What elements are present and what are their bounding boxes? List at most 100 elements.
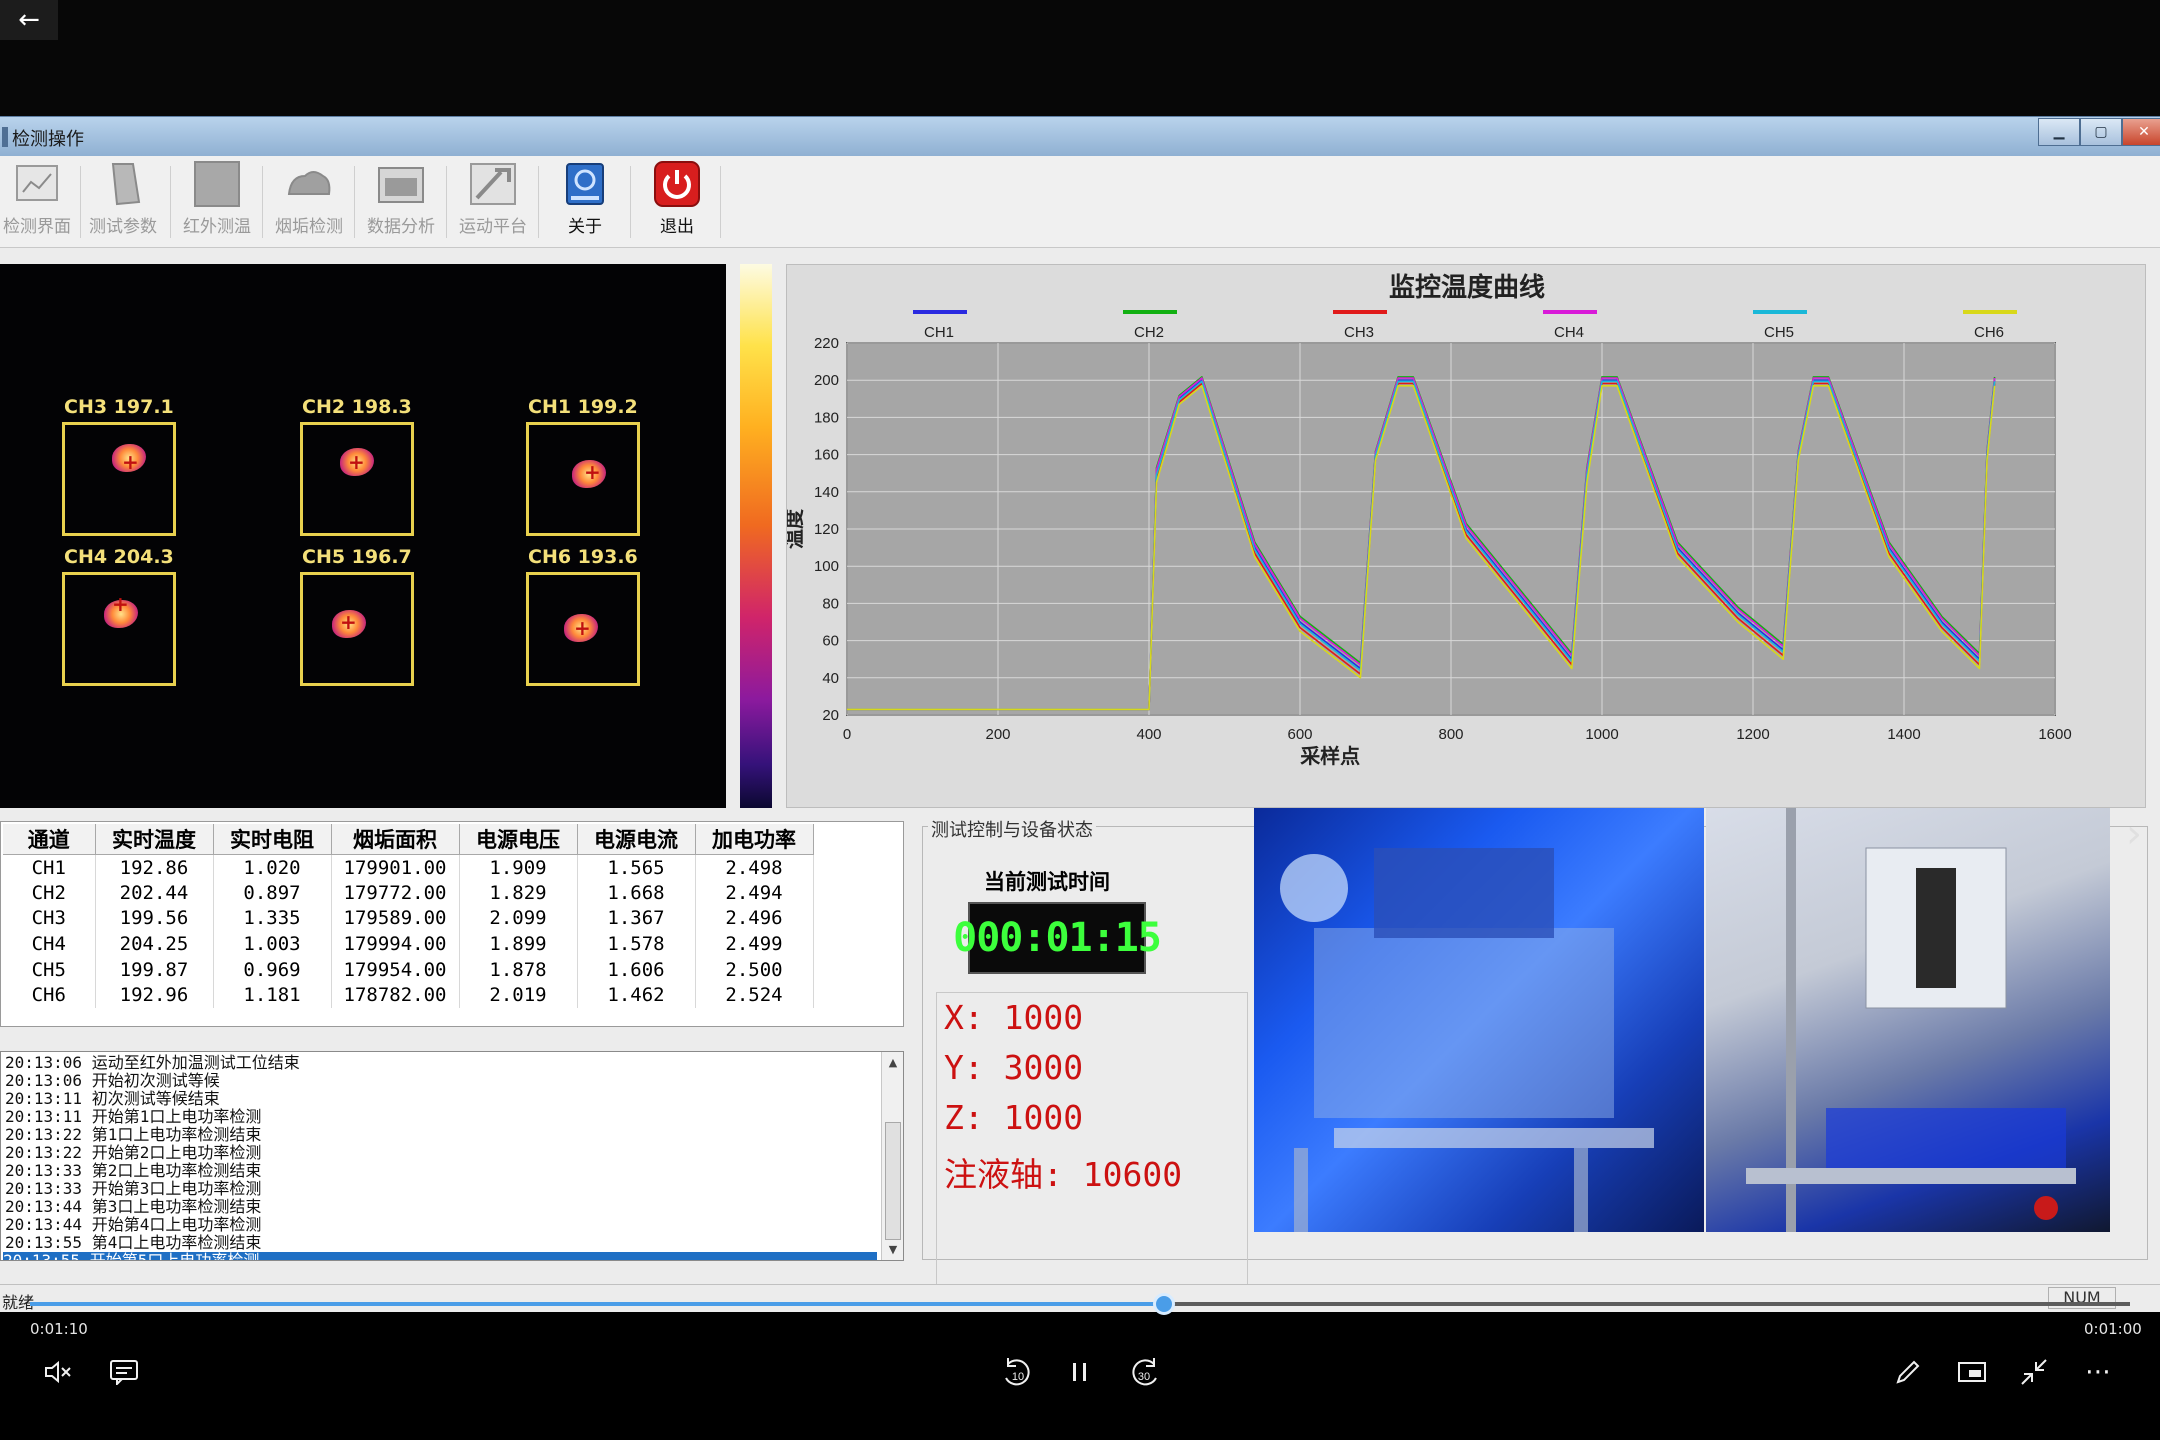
thermal-channel-label: CH3 197.1 xyxy=(64,396,174,418)
table-cell: 179589.00 xyxy=(331,905,460,932)
analysis-icon xyxy=(377,160,425,208)
table-cell: 2.496 xyxy=(695,905,814,932)
x-tick-label: 0 xyxy=(843,726,851,743)
remaining-time: 0:01:00 xyxy=(2084,1320,2142,1338)
scroll-up-icon[interactable]: ▲ xyxy=(882,1056,903,1069)
table-cell: 2.099 xyxy=(459,905,578,932)
table-row[interactable]: CH5 199.87 0.969 179954.00 1.878 1.606 2.500 xyxy=(3,956,814,983)
log-entry[interactable]: 20:13:33 第2口上电功率检测结束 xyxy=(5,1162,261,1180)
table-cell: CH3 xyxy=(3,905,96,932)
toolbar-motion-platform[interactable]: 运动平台 xyxy=(450,160,536,244)
table-header-cell[interactable]: 实时电阻 xyxy=(213,824,332,855)
log-entry[interactable]: 20:13:06 运动至红外加温测试工位结束 xyxy=(5,1054,300,1072)
captions-icon[interactable] xyxy=(100,1352,148,1392)
table-header-cell[interactable]: 加电功率 xyxy=(695,824,814,855)
table-header-cell[interactable]: 实时温度 xyxy=(95,824,214,855)
thermal-colorbar xyxy=(740,264,772,808)
log-entry[interactable]: 20:13:22 开始第2口上电功率检测 xyxy=(5,1144,261,1162)
app-window: 检测操作 ▁ ▢ ✕ 检测界面 测试参数 红外测温 烟垢检测 数据分析 运动平台… xyxy=(0,116,2160,1312)
close-button[interactable]: ✕ xyxy=(2122,118,2160,146)
table-cell: 1.578 xyxy=(577,931,696,957)
seek-progress xyxy=(30,1302,1164,1306)
miniplayer-icon[interactable] xyxy=(1948,1352,1996,1392)
toolbar-separator xyxy=(170,166,171,238)
table-cell: 192.96 xyxy=(95,982,214,1009)
table-cell: 204.25 xyxy=(95,931,214,957)
thermal-channel-label: CH2 198.3 xyxy=(302,396,412,418)
log-entry[interactable]: 20:13:44 开始第4口上电功率检测 xyxy=(5,1216,261,1234)
table-row[interactable]: CH1 192.86 1.020 179901.00 1.909 1.565 2.498 xyxy=(3,854,814,881)
log-entry[interactable]: 20:13:06 开始初次测试等候 xyxy=(5,1072,220,1090)
mute-icon[interactable] xyxy=(34,1352,82,1392)
table-header-cell[interactable]: 电源电流 xyxy=(577,824,696,855)
camera-view-1 xyxy=(1254,808,1704,1232)
log-entry[interactable]: 20:13:22 第1口上电功率检测结束 xyxy=(5,1126,261,1144)
pause-icon[interactable] xyxy=(1056,1352,1104,1392)
log-entry[interactable]: 20:13:44 第3口上电功率检测结束 xyxy=(5,1198,261,1216)
log-entry[interactable]: 20:13:33 开始第3口上电功率检测 xyxy=(5,1180,261,1198)
table-cell: CH2 xyxy=(3,880,96,906)
table-header-cell[interactable]: 通道 xyxy=(3,824,96,855)
table-cell: 1.335 xyxy=(213,905,332,932)
table-cell: 1.565 xyxy=(577,854,696,881)
scroll-down-icon[interactable]: ▼ xyxy=(882,1243,903,1256)
window-title: 检测操作 xyxy=(12,129,84,150)
y-tick-label: 180 xyxy=(814,409,839,426)
table-cell: 1.606 xyxy=(577,956,696,983)
crosshair-icon: + xyxy=(348,450,365,474)
x-tick-label: 1400 xyxy=(1887,726,1920,743)
table-cell: CH5 xyxy=(3,956,96,983)
log-entry[interactable]: 20:13:11 开始第1口上电功率检测 xyxy=(5,1108,261,1126)
y-tick-label: 40 xyxy=(822,670,839,687)
log-scrollbar[interactable]: ▲ ▼ xyxy=(881,1052,903,1260)
forward-icon[interactable]: 30 xyxy=(1120,1352,1168,1392)
minimize-button[interactable]: ▁ xyxy=(2038,118,2080,146)
title-bar: 检测操作 ▁ ▢ ✕ xyxy=(0,116,2160,156)
log-entry[interactable]: 20:13:55 第4口上电功率检测结束 xyxy=(5,1234,261,1252)
log-entry[interactable]: 20:13:11 初次测试等候结束 xyxy=(5,1090,220,1108)
y-tick-label: 100 xyxy=(814,558,839,575)
y-tick-label: 220 xyxy=(814,335,839,352)
seek-handle[interactable] xyxy=(1153,1293,1175,1315)
table-row[interactable]: CH6 192.96 1.181 178782.00 2.019 1.462 2.524 xyxy=(3,982,814,1009)
x-axis-label: 采样点 xyxy=(1300,744,1360,768)
back-arrow-icon[interactable]: ← xyxy=(0,0,58,40)
table-cell: 1.367 xyxy=(577,905,696,932)
toolbar-about[interactable]: 关于 xyxy=(542,160,628,244)
maximize-button[interactable]: ▢ xyxy=(2080,118,2122,146)
scroll-thumb[interactable] xyxy=(885,1122,901,1240)
y-tick-label: 160 xyxy=(814,447,839,464)
toolbar-data-analysis[interactable]: 数据分析 xyxy=(358,160,444,244)
table-header-cell[interactable]: 烟垢面积 xyxy=(331,824,460,855)
about-book-icon xyxy=(561,160,609,208)
rewind-icon[interactable]: 10 xyxy=(994,1352,1042,1392)
table-header-cell[interactable]: 电源电压 xyxy=(459,824,578,855)
toolbar-infrared-temp[interactable]: 红外测温 xyxy=(174,160,260,244)
table-row[interactable]: CH4 204.25 1.003 179994.00 1.899 1.578 2.499 xyxy=(3,931,814,957)
table-cell: 0.969 xyxy=(213,956,332,983)
legend-label: CH6 xyxy=(1974,324,2004,341)
toolbar-test-params[interactable]: 测试参数 xyxy=(80,160,166,244)
table-row[interactable]: CH2 202.44 0.897 179772.00 1.829 1.668 2.494 xyxy=(3,880,814,906)
toolbar-smoke-detect[interactable]: 烟垢检测 xyxy=(266,160,352,244)
x-tick-label: 200 xyxy=(985,726,1010,743)
table-row[interactable]: CH3 199.56 1.335 179589.00 2.099 1.367 2.496 xyxy=(3,905,814,932)
pen-icon[interactable] xyxy=(1884,1352,1932,1392)
log-entry[interactable]: 20:13:55 开始第5口上电功率检测 xyxy=(3,1252,877,1260)
event-log-list[interactable]: 20:13:06 运动至红外加温测试工位结束 20:13:06 开始初次测试等候 2… xyxy=(0,1051,904,1261)
toolbar-detect-view[interactable]: 检测界面 xyxy=(0,160,80,244)
chart-window-icon xyxy=(13,160,61,208)
toolbar-separator xyxy=(720,166,721,238)
injection-axis-position: 注液轴: 10600 xyxy=(944,1155,1183,1194)
thermal-channel-box xyxy=(62,572,176,686)
crosshair-icon: + xyxy=(122,450,139,474)
y-tick-label: 120 xyxy=(814,521,839,538)
toolbar-exit[interactable]: 退出 xyxy=(634,160,720,244)
more-options-icon[interactable]: ⋯ xyxy=(2074,1352,2122,1392)
camera-view-2 xyxy=(1706,808,2110,1232)
exit-fullscreen-icon[interactable] xyxy=(2010,1352,2058,1392)
thermal-channel-box xyxy=(62,422,176,536)
thermal-channel-label: CH5 196.7 xyxy=(302,546,412,568)
y-tick-label: 200 xyxy=(814,372,839,389)
forward-seconds: 30 xyxy=(1138,1371,1150,1383)
